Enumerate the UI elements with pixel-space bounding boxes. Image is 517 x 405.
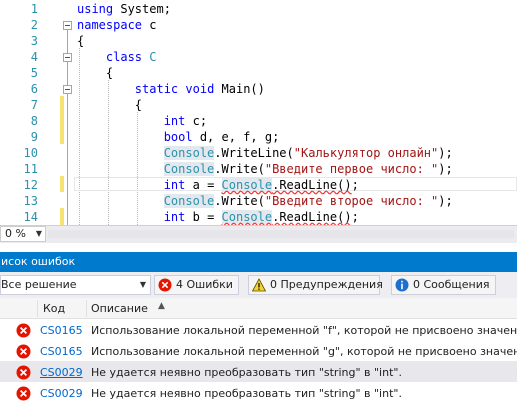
line-number: 8 [30, 114, 38, 128]
code-text[interactable]: int a = Console.ReadLine(); [77, 177, 359, 193]
code-line[interactable]: 13 Console.Write("Введите второе число: … [0, 193, 517, 209]
error-list-title-bar[interactable]: исок ошибок [0, 252, 517, 272]
error-icon [16, 365, 31, 380]
error-description: Не удается неявно преобразовать тип "str… [91, 366, 402, 379]
error-icon [16, 386, 31, 401]
code-text[interactable]: Console.Write("Введите первое число: "); [77, 161, 453, 177]
code-text[interactable]: int b = Console.ReadLine(); [77, 209, 359, 225]
error-description: Использование локальной переменной "g", … [91, 345, 517, 358]
chevron-down-icon: ▼ [35, 229, 42, 238]
code-line[interactable]: 4 class C [0, 49, 517, 65]
scope-dropdown[interactable]: Все решение ▼ [0, 275, 151, 295]
code-text[interactable]: { [77, 97, 142, 113]
column-separator[interactable] [37, 300, 38, 317]
code-text[interactable]: namespace c [77, 17, 156, 33]
horizontal-scrollbar[interactable] [48, 230, 514, 238]
messages-filter-label: 0 Сообщения [413, 278, 490, 291]
error-row[interactable]: CS0165 Использование локальной переменной… [0, 319, 517, 342]
code-text[interactable]: { [77, 65, 113, 81]
code-line[interactable]: 1 using System; [0, 1, 517, 17]
code-editor[interactable]: 1 using System; 2 namespace c 3{4 class C5 {… [0, 0, 517, 225]
line-number: 2 [30, 18, 38, 32]
line-number: 10 [23, 146, 38, 160]
line-number: 4 [30, 50, 38, 64]
code-line[interactable]: 3{ [0, 33, 517, 49]
code-line[interactable]: 6 static void Main() [0, 81, 517, 97]
error-row[interactable]: CS0165 Использование локальной переменной… [0, 340, 517, 363]
chevron-down-icon: ▼ [139, 280, 146, 289]
messages-filter-button[interactable]: 0 Сообщения [391, 275, 496, 295]
warnings-filter-label: 0 Предупреждения [270, 278, 383, 291]
line-number: 7 [30, 98, 38, 112]
code-line[interactable]: 9 bool d, e, f, g; [0, 129, 517, 145]
info-icon [395, 278, 409, 292]
warnings-filter-button[interactable]: 0 Предупреждения [248, 275, 383, 295]
zoom-level-value: 0 % [5, 227, 26, 240]
scope-value: Все решение [1, 278, 77, 291]
editor-status-strip: 0 % ▼ [0, 225, 517, 243]
code-line[interactable]: 8 int c; [0, 113, 517, 129]
line-number: 9 [30, 130, 38, 144]
error-icon [16, 344, 31, 359]
warning-icon [252, 278, 266, 292]
line-number: 14 [23, 210, 38, 224]
line-number: 3 [30, 34, 38, 48]
line-number: 12 [23, 178, 38, 192]
error-code-link[interactable]: CS0029 [40, 382, 83, 405]
code-text[interactable]: using System; [77, 1, 171, 17]
sort-ascending-icon: ▲ [158, 301, 165, 311]
line-number: 1 [30, 2, 38, 16]
error-list-toolbar: Все решение ▼ 4 Ошибки 0 Предупреждения … [0, 272, 517, 298]
code-line[interactable]: 7 { [0, 97, 517, 113]
line-number: 11 [23, 162, 38, 176]
column-header-code[interactable]: Код [43, 302, 65, 315]
code-text[interactable]: static void Main() [77, 81, 265, 97]
line-number: 13 [23, 194, 38, 208]
code-line[interactable]: 12 int a = Console.ReadLine(); [0, 177, 517, 193]
error-icon [158, 278, 172, 292]
code-text[interactable]: class C [77, 49, 157, 65]
code-text[interactable]: { [77, 33, 84, 49]
errors-filter-label: 4 Ошибки [176, 278, 233, 291]
error-row[interactable]: CS0029 Не удается неявно преобразовать ти… [0, 382, 517, 405]
code-text[interactable]: bool d, e, f, g; [77, 129, 280, 145]
error-code-link[interactable]: CS0029 [40, 361, 83, 384]
code-line[interactable]: 5 { [0, 65, 517, 81]
line-number: 6 [30, 82, 38, 96]
error-icon [16, 323, 31, 338]
code-text[interactable]: Console.WriteLine("Калькулятор онлайн"); [77, 145, 453, 161]
line-number: 5 [30, 66, 38, 80]
zoom-level-dropdown[interactable]: 0 % ▼ [0, 226, 46, 242]
error-description: Использование локальной переменной "f", … [91, 324, 517, 337]
error-code-link[interactable]: CS0165 [40, 319, 83, 342]
column-separator[interactable] [86, 300, 87, 317]
error-code-link[interactable]: CS0165 [40, 340, 83, 363]
error-list-title: исок ошибок [1, 255, 76, 268]
code-text[interactable]: Console.Write("Введите второе число: "); [77, 193, 453, 209]
code-line[interactable]: 10 Console.WriteLine("Калькулятор онлайн… [0, 145, 517, 161]
error-description: Не удается неявно преобразовать тип "str… [91, 387, 402, 400]
error-row[interactable]: CS0029 Не удается неявно преобразовать ти… [0, 361, 517, 384]
error-list-header: Код Описание ▲ [0, 298, 517, 319]
code-line[interactable]: 14 int b = Console.ReadLine(); [0, 209, 517, 225]
code-line[interactable]: 11 Console.Write("Введите первое число: … [0, 161, 517, 177]
code-line[interactable]: 2 namespace c [0, 17, 517, 33]
errors-filter-button[interactable]: 4 Ошибки [154, 275, 239, 295]
code-text[interactable]: int c; [77, 113, 207, 129]
column-header-description[interactable]: Описание [91, 302, 148, 315]
